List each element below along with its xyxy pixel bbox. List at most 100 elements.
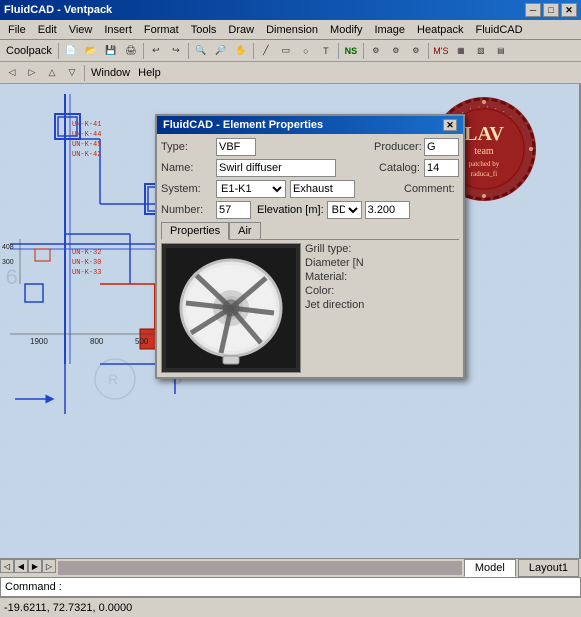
tool-ms[interactable]: M'S xyxy=(431,41,451,61)
tool-new[interactable]: 📄 xyxy=(61,41,81,61)
scroll-next-btn[interactable]: ▶ xyxy=(28,559,42,573)
name-input[interactable] xyxy=(216,159,336,177)
elevation-input[interactable] xyxy=(365,201,410,219)
tool-save[interactable]: 💾 xyxy=(101,41,121,61)
system-select[interactable]: E1-K1 xyxy=(216,180,286,198)
tool-zoom-out[interactable]: 🔎 xyxy=(211,41,231,61)
coolpack-label: Coolpack xyxy=(2,45,56,57)
svg-text:300: 300 xyxy=(2,259,14,266)
system-row: System: E1-K1 Comment: xyxy=(161,180,459,198)
svg-text:raduca_fi: raduca_fi xyxy=(471,170,497,178)
scroll-prev-btn[interactable]: ◀ xyxy=(14,559,28,573)
menu-image[interactable]: Image xyxy=(368,22,411,38)
main-area: 1900 800 500 300 UN-K-41 UN-K-44 UN-K-45… xyxy=(0,84,581,558)
menu-view[interactable]: View xyxy=(63,22,99,38)
tool-redo[interactable]: ↪ xyxy=(166,41,186,61)
svg-text:1900: 1900 xyxy=(30,337,48,346)
menu-format[interactable]: Format xyxy=(138,22,185,38)
menu-fluidcad[interactable]: FluidCAD xyxy=(470,22,529,38)
tool-a3[interactable]: ⚙ xyxy=(406,41,426,61)
tool-b1[interactable]: ▦ xyxy=(451,41,471,61)
menu-insert[interactable]: Insert xyxy=(98,22,138,38)
menu-dimension[interactable]: Dimension xyxy=(260,22,324,38)
svg-text:UN-K-41: UN-K-41 xyxy=(72,121,101,129)
type-row: Type: Producer: xyxy=(161,138,459,156)
tool-a2[interactable]: ⚙ xyxy=(386,41,406,61)
svg-text:UN-K-32: UN-K-32 xyxy=(72,249,101,257)
svg-text:UN-K-42: UN-K-42 xyxy=(72,151,101,159)
close-button[interactable]: ✕ xyxy=(561,3,577,17)
dialog-body: Type: Producer: Name: Catalog: System: xyxy=(157,134,463,377)
tab-model[interactable]: Model xyxy=(464,559,516,577)
tool-open[interactable]: 📂 xyxy=(81,41,101,61)
sep2 xyxy=(143,43,144,59)
properties-panel: Grill type: Diameter [N Material: Color: xyxy=(305,243,459,373)
name-row: Name: Catalog: xyxy=(161,159,459,177)
color-row: Color: xyxy=(305,285,459,297)
svg-text:500: 500 xyxy=(135,337,149,346)
menu-draw[interactable]: Draw xyxy=(222,22,260,38)
help-menu-label[interactable]: Help xyxy=(134,67,165,79)
sep3 xyxy=(188,43,189,59)
menu-modify[interactable]: Modify xyxy=(324,22,368,38)
menu-edit[interactable]: Edit xyxy=(32,22,63,38)
sep7 xyxy=(428,43,429,59)
tool2-2[interactable]: ▷ xyxy=(22,63,42,83)
type-input[interactable] xyxy=(216,138,256,156)
tool-line[interactable]: ╱ xyxy=(256,41,276,61)
tool-text[interactable]: T xyxy=(316,41,336,61)
minimize-button[interactable]: ─ xyxy=(525,3,541,17)
type-label: Type: xyxy=(161,141,216,153)
tool2-4[interactable]: ▽ xyxy=(62,63,82,83)
producer-input[interactable] xyxy=(424,138,459,156)
scroll-left-btn[interactable]: ◁ xyxy=(0,559,14,573)
svg-text:UN-K-44: UN-K-44 xyxy=(72,131,101,139)
window-menu-label[interactable]: Window xyxy=(87,67,134,79)
svg-text:LAV: LAV xyxy=(464,123,504,145)
tool-circle[interactable]: ○ xyxy=(296,41,316,61)
diameter-row: Diameter [N xyxy=(305,257,459,269)
command-bar: Command : xyxy=(0,577,581,597)
svg-text:R: R xyxy=(108,371,118,387)
tool-rect[interactable]: ▭ xyxy=(276,41,296,61)
coordinates: -19.6211, 72.7321, 0.0000 xyxy=(4,602,132,614)
tool2-3[interactable]: △ xyxy=(42,63,62,83)
dialog-title-bar[interactable]: FluidCAD - Element Properties ✕ xyxy=(157,116,463,134)
menu-bar: File Edit View Insert Format Tools Draw … xyxy=(0,20,581,40)
svg-text:800: 800 xyxy=(90,337,104,346)
h-scrollbar-track[interactable] xyxy=(58,561,462,575)
catalog-input[interactable] xyxy=(424,159,459,177)
tab-properties[interactable]: Properties xyxy=(161,222,229,240)
menu-file[interactable]: File xyxy=(2,22,32,38)
tool2-1[interactable]: ◁ xyxy=(2,63,22,83)
menu-tools[interactable]: Tools xyxy=(185,22,223,38)
tab-air[interactable]: Air xyxy=(229,222,260,239)
tool-print[interactable]: 🖨 xyxy=(121,41,141,61)
menu-heatpack[interactable]: Heatpack xyxy=(411,22,469,38)
bottom-bar: ◁ ◀ ▶ ▷ Model Layout1 xyxy=(0,558,581,577)
toolbar-row2: ◁ ▷ △ ▽ Window Help xyxy=(0,62,581,84)
grill-type-row: Grill type: xyxy=(305,243,459,255)
system-label: System: xyxy=(161,183,216,195)
tool-ns[interactable]: NS xyxy=(341,41,361,61)
drawing-canvas[interactable]: 1900 800 500 300 UN-K-41 UN-K-44 UN-K-45… xyxy=(0,84,581,558)
tool-undo[interactable]: ↩ xyxy=(146,41,166,61)
color-label: Color: xyxy=(305,285,334,297)
elevation-label: Elevation [m]: xyxy=(257,204,324,216)
diffuser-svg xyxy=(166,248,296,368)
window-controls: ─ □ ✕ xyxy=(525,3,577,17)
svg-text:6: 6 xyxy=(5,266,18,291)
dialog-close-button[interactable]: ✕ xyxy=(443,119,457,131)
tool-a1[interactable]: ⚙ xyxy=(366,41,386,61)
exhaust-input[interactable] xyxy=(290,180,355,198)
elevation-unit-select[interactable]: BD xyxy=(327,201,362,219)
maximize-button[interactable]: □ xyxy=(543,3,559,17)
tool-zoom-in[interactable]: 🔍 xyxy=(191,41,211,61)
number-input[interactable] xyxy=(216,201,251,219)
tool-b2[interactable]: ▧ xyxy=(471,41,491,61)
tool-pan[interactable]: ✋ xyxy=(231,41,251,61)
element-properties-dialog: FluidCAD - Element Properties ✕ Type: Pr… xyxy=(155,114,465,379)
tool-b3[interactable]: ▤ xyxy=(491,41,511,61)
scroll-right-btn[interactable]: ▷ xyxy=(42,559,56,573)
tab-layout1[interactable]: Layout1 xyxy=(518,559,579,577)
